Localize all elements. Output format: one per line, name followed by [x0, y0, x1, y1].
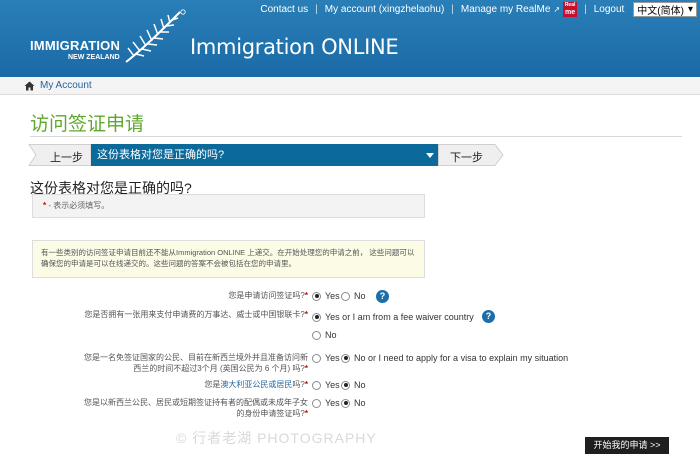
required-note-text: - 表示必须填写。 — [46, 201, 110, 210]
divider — [30, 136, 682, 137]
realme-logo-bottom: me — [565, 8, 576, 16]
breadcrumb: My Account — [0, 77, 700, 95]
site-header: IMMIGRATION NEW ZEALAND Immigration ONLI… — [0, 0, 700, 77]
option-label: Yes or I am from a fee waiver country — [325, 312, 474, 322]
logo-line1: IMMIGRATION — [30, 38, 121, 53]
question-text: 您是以新西兰公民、居民或短期签证持有者的配偶或未成年子女的身份申请签证吗? — [84, 398, 308, 418]
option-no-need-visa[interactable]: No or I need to apply for a visa to expl… — [341, 353, 568, 363]
radio-button[interactable] — [312, 330, 321, 340]
option-label: Yes — [325, 353, 340, 363]
question-label: 您是以新西兰公民、居民或短期签证持有者的配偶或未成年子女的身份申请签证吗?* — [82, 397, 308, 419]
current-step-label: 这份表格对您是正确的吗? — [97, 149, 225, 161]
option-label: No — [325, 330, 337, 340]
start-application-button[interactable]: 开始我的申请 >> — [585, 437, 669, 454]
my-account-link[interactable]: My account (xingzhelaohu) — [318, 4, 452, 15]
dropdown-arrow-icon: ▾ — [687, 3, 693, 15]
contact-us-link[interactable]: Contact us — [253, 4, 315, 15]
logo-line2: NEW ZEALAND — [68, 54, 120, 61]
question-text: 您是申请访问签证吗? — [228, 291, 305, 300]
option-label: No or I need to apply for a visa to expl… — [354, 353, 569, 363]
top-navigation: Contact us | My account (xingzhelaohu) |… — [253, 0, 700, 18]
question-text: 您是一名免签证国家的公民、目前在新西兰境外并且准备访问新西兰的时间不超过3个月 … — [84, 353, 308, 373]
option-label: Yes — [325, 380, 340, 390]
radio-button[interactable] — [312, 398, 321, 408]
option-label: No — [354, 380, 366, 390]
required-star: * — [304, 409, 308, 418]
language-select[interactable]: 中文(简体) ▾ — [633, 1, 697, 17]
question-label: 您是澳大利亚公民或居民吗?* — [142, 379, 308, 390]
radio-button[interactable] — [341, 380, 350, 390]
manage-realme-label: Manage my RealMe — [460, 3, 551, 15]
option-no[interactable]: No — [341, 291, 366, 301]
required-star: * — [304, 380, 308, 389]
question-text-post: 吗? — [292, 380, 305, 389]
radio-button[interactable] — [312, 312, 321, 322]
main-content: 访问签证申请 上一步 这份表格对您是正确的吗? 下一步 这份表格对您是正确的吗?… — [22, 100, 682, 475]
question-text: 您是否拥有一张用来支付申请费的万事达、威士或中国银联卡? — [84, 310, 305, 319]
photo-watermark: © 行者老湖 PHOTOGRAPHY — [176, 430, 377, 446]
next-step-label: 下一步 — [450, 152, 483, 164]
required-note: * - 表示必须填写。 — [32, 194, 425, 218]
external-link-icon: ↗ — [553, 4, 561, 14]
question-label: 您是一名免签证国家的公民、目前在新西兰境外并且准备访问新西兰的时间不超过3个月 … — [82, 352, 308, 374]
step-navigation: 上一步 这份表格对您是正确的吗? 下一步 — [28, 144, 508, 166]
help-icon[interactable]: ? — [376, 290, 389, 303]
question-label: 您是申请访问签证吗?* — [142, 290, 308, 301]
radio-button[interactable] — [312, 291, 321, 301]
realme-logo: Real me — [563, 1, 578, 17]
radio-button[interactable] — [341, 353, 350, 363]
option-label: No — [354, 291, 366, 301]
option-no[interactable]: No — [341, 398, 366, 408]
option-yes[interactable]: Yes — [312, 353, 340, 363]
australian-citizen-link[interactable]: 澳大利亚公民或居民 — [220, 380, 292, 389]
question-text-pre: 您是 — [204, 380, 221, 389]
radio-button[interactable] — [312, 380, 321, 390]
radio-button[interactable] — [341, 291, 350, 301]
option-yes[interactable]: Yes — [312, 380, 340, 390]
previous-step-button[interactable]: 上一步 — [28, 144, 92, 166]
logout-link[interactable]: Logout — [587, 4, 632, 15]
page-title: 访问签证申请 — [30, 114, 145, 135]
required-star: * — [304, 364, 308, 373]
app-title: Immigration ONLINE — [190, 35, 399, 59]
radio-button[interactable] — [341, 398, 350, 408]
next-step-button[interactable]: 下一步 — [438, 144, 504, 166]
option-yes[interactable]: Yes — [312, 291, 340, 301]
option-yes[interactable]: Yes — [312, 398, 340, 408]
current-step-dropdown[interactable]: 这份表格对您是正确的吗? — [91, 144, 440, 166]
option-yes-fee-waiver[interactable]: Yes or I am from a fee waiver country — [312, 312, 474, 322]
option-label: Yes — [325, 398, 340, 408]
option-no[interactable]: No — [341, 380, 366, 390]
required-star: * — [304, 310, 308, 319]
radio-button[interactable] — [312, 353, 321, 363]
option-no[interactable]: No — [312, 330, 337, 340]
info-notice: 有一些类别的访问签证申请目前还不能从Immigration ONLINE 上递交… — [32, 240, 425, 278]
required-star: * — [304, 291, 308, 300]
question-label: 您是否拥有一张用来支付申请费的万事达、威士或中国银联卡?* — [82, 309, 308, 320]
manage-realme-link[interactable]: Manage my RealMe ↗ Real me — [454, 1, 584, 17]
breadcrumb-my-account[interactable]: My Account — [40, 80, 92, 91]
option-label: Yes — [325, 291, 340, 301]
silver-fern-icon — [125, 9, 186, 63]
option-label: No — [354, 398, 366, 408]
previous-step-label: 上一步 — [50, 152, 83, 164]
language-select-value: 中文(简体) — [637, 5, 684, 17]
help-icon[interactable]: ? — [482, 310, 495, 323]
chevron-down-icon — [426, 153, 434, 158]
realme-logo-top: Real — [564, 1, 576, 8]
home-icon[interactable] — [24, 81, 35, 91]
